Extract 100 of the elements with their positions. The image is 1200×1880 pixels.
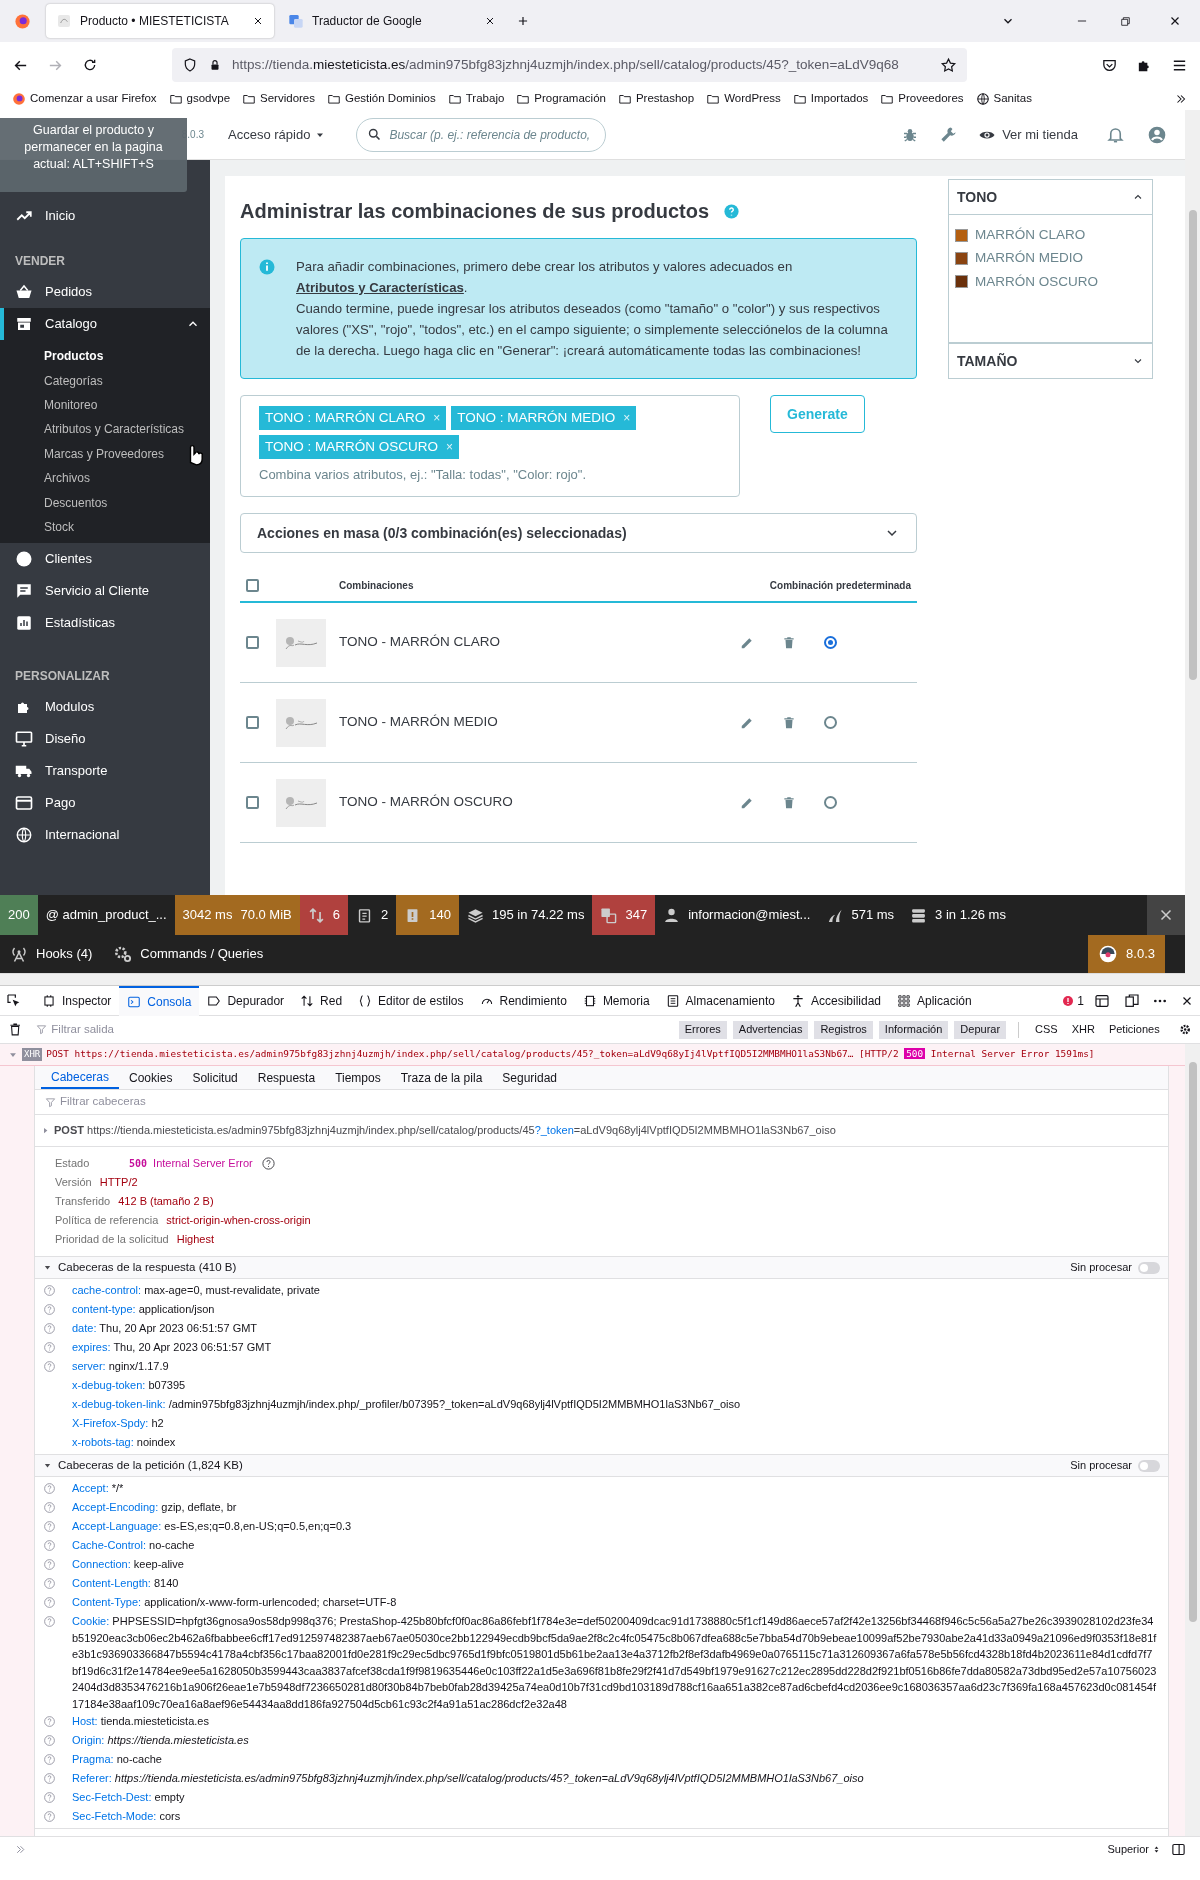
sidebar-item[interactable]: Diseño bbox=[0, 723, 210, 756]
expand-input-icon[interactable] bbox=[14, 1843, 27, 1856]
help-icon[interactable] bbox=[43, 1303, 56, 1316]
bookmark-item[interactable]: Gestión Dominios bbox=[327, 90, 436, 108]
devtools-tab[interactable]: Red bbox=[292, 985, 351, 1016]
sidebar-item[interactable]: Pedidos bbox=[0, 276, 210, 308]
help-icon[interactable] bbox=[43, 1284, 56, 1297]
checkbox[interactable] bbox=[246, 636, 259, 649]
help-icon[interactable] bbox=[43, 1772, 56, 1785]
sidebar-item[interactable]: Estadísticas bbox=[0, 607, 210, 640]
sidebar-item[interactable]: Modulos bbox=[0, 691, 210, 724]
help-icon[interactable] bbox=[723, 202, 740, 220]
shield-icon[interactable] bbox=[182, 57, 198, 73]
notifications-icon[interactable] bbox=[1106, 125, 1125, 144]
default-radio[interactable] bbox=[824, 796, 837, 809]
sidebar-subitem[interactable]: Archivos bbox=[0, 465, 210, 491]
sidebar-subitem[interactable]: Productos bbox=[0, 344, 210, 369]
address-bar[interactable]: https://tienda.miesteticista.es/admin975bfg83jzhnj4uzmjh/index.php/sell/catalog/products/45?_token=aLdV9q68 bbox=[172, 48, 967, 82]
edit-icon[interactable] bbox=[740, 795, 754, 810]
help-icon[interactable] bbox=[43, 1360, 56, 1373]
sidebar-subitem[interactable]: Marcas y Proveedores bbox=[0, 441, 210, 466]
devtools-tab[interactable]: Almacenamiento bbox=[657, 985, 783, 1016]
firefox-logo-icon[interactable] bbox=[13, 12, 31, 30]
reload-icon[interactable] bbox=[82, 57, 98, 73]
sidebar-subitem[interactable]: Monitoreo bbox=[0, 392, 210, 418]
dock-position-button[interactable]: Superior bbox=[1107, 1841, 1161, 1858]
devtools-tab[interactable]: Aplicación bbox=[889, 985, 980, 1016]
help-icon[interactable] bbox=[43, 1753, 56, 1766]
subtab[interactable]: Seguridad bbox=[492, 1066, 568, 1089]
sidebar-item[interactable]: Pago bbox=[0, 787, 210, 820]
search-field[interactable]: Buscar (p. ej.: referencia de producto, bbox=[356, 117, 607, 152]
help-icon[interactable] bbox=[43, 1615, 56, 1628]
bookmark-star-icon[interactable] bbox=[940, 56, 957, 74]
sidebar-item[interactable]: Internacional bbox=[0, 819, 210, 852]
raw-toggle-switch[interactable] bbox=[1138, 1459, 1160, 1472]
filter-output-field[interactable]: Filtrar salida bbox=[51, 1020, 667, 1039]
devtools-tab[interactable]: Accesibilidad bbox=[782, 985, 889, 1016]
raw-toggle-switch[interactable] bbox=[1138, 1261, 1160, 1274]
bookmark-item[interactable]: Servidores bbox=[242, 90, 315, 108]
help-icon[interactable] bbox=[43, 1734, 56, 1747]
subtab[interactable]: Cookies bbox=[119, 1066, 183, 1089]
section-header[interactable]: Cabeceras de la petición (1,824 KB) Sin procesar bbox=[35, 1455, 1168, 1477]
more-bookmarks-icon[interactable] bbox=[1174, 92, 1188, 106]
bookmark-item[interactable]: Importados bbox=[792, 90, 869, 108]
checkbox[interactable] bbox=[246, 716, 259, 729]
type-filter-button[interactable]: CSS bbox=[1031, 1020, 1062, 1039]
debug-segment[interactable]: 200 bbox=[0, 895, 38, 935]
type-filter-button[interactable]: XHR bbox=[1067, 1020, 1099, 1039]
element-picker-icon[interactable] bbox=[6, 992, 22, 1009]
color-swatch[interactable] bbox=[955, 251, 968, 265]
bookmark-item[interactable]: Sanitas bbox=[975, 90, 1032, 108]
bookmark-item[interactable]: Comenzar a usar Firefox bbox=[12, 90, 157, 108]
bookmark-item[interactable]: gsodvpe bbox=[168, 90, 231, 108]
edit-icon[interactable] bbox=[740, 715, 754, 730]
debug-segment[interactable]: 140 bbox=[396, 895, 459, 935]
section-header[interactable]: Cabeceras de la respuesta (410 B) Sin procesar bbox=[35, 1257, 1168, 1279]
debug-segment[interactable]: 6 bbox=[299, 895, 348, 935]
debug-panel-link[interactable]: Commands / Queries bbox=[114, 944, 264, 964]
scrollbar-thumb[interactable] bbox=[1188, 210, 1197, 680]
close-tab-icon[interactable] bbox=[484, 15, 496, 27]
view-store-link[interactable]: Ver mi tienda bbox=[978, 124, 1078, 145]
help-icon[interactable] bbox=[43, 1715, 56, 1728]
subtab[interactable]: Respuesta bbox=[247, 1066, 326, 1089]
help-icon[interactable] bbox=[43, 1341, 56, 1354]
attribute-value[interactable]: MARRÓN CLARO bbox=[975, 225, 1086, 246]
help-icon[interactable] bbox=[43, 1520, 56, 1533]
scrollbar[interactable] bbox=[1185, 110, 1200, 985]
expand-arrow-icon[interactable] bbox=[41, 1126, 50, 1135]
help-icon[interactable] bbox=[43, 1501, 56, 1514]
color-swatch[interactable] bbox=[955, 275, 968, 289]
sidebar-item[interactable]: Inicio bbox=[0, 200, 210, 232]
color-swatch[interactable] bbox=[955, 228, 968, 242]
checkbox[interactable] bbox=[246, 796, 259, 809]
browser-tab[interactable]: Producto • MIESTETICISTA bbox=[46, 4, 274, 38]
bookmark-item[interactable]: Trabajo bbox=[447, 90, 505, 108]
quick-access-button[interactable]: Acceso rápido bbox=[228, 124, 327, 145]
bookmark-item[interactable]: WordPress bbox=[706, 90, 781, 108]
sidebar-item[interactable]: Catalogo bbox=[0, 308, 210, 340]
checkbox[interactable] bbox=[246, 578, 259, 592]
subtab[interactable]: Solicitud bbox=[182, 1066, 248, 1089]
filter-headers-field[interactable]: Filtrar cabeceras bbox=[60, 1093, 1158, 1111]
devtools-tab[interactable]: Rendimiento bbox=[471, 985, 575, 1016]
scrollbar[interactable] bbox=[1185, 1044, 1200, 1836]
subtab[interactable]: Cabeceras bbox=[41, 1066, 120, 1089]
subtab[interactable]: Tiempos bbox=[325, 1066, 391, 1089]
delete-icon[interactable] bbox=[782, 715, 796, 730]
sidebar-item[interactable]: Servicio al Cliente bbox=[0, 575, 210, 608]
bookmark-item[interactable]: Proveedores bbox=[880, 90, 964, 108]
help-icon[interactable] bbox=[43, 1482, 56, 1495]
type-filter-button[interactable]: Peticiones bbox=[1104, 1020, 1164, 1039]
level-filter-button[interactable]: Errores bbox=[678, 1020, 727, 1039]
edit-icon[interactable] bbox=[740, 635, 754, 650]
delete-icon[interactable] bbox=[782, 795, 796, 810]
debug-segment[interactable]: 3042 ms 70.0 MiB bbox=[174, 895, 300, 935]
default-radio[interactable] bbox=[824, 636, 837, 649]
sidebar-item[interactable]: Transporte bbox=[0, 755, 210, 788]
help-icon[interactable] bbox=[43, 1322, 56, 1335]
attribute-value[interactable]: MARRÓN OSCURO bbox=[975, 271, 1098, 292]
sidebar-item[interactable]: Clientes bbox=[0, 543, 210, 576]
help-icon[interactable] bbox=[43, 1539, 56, 1552]
